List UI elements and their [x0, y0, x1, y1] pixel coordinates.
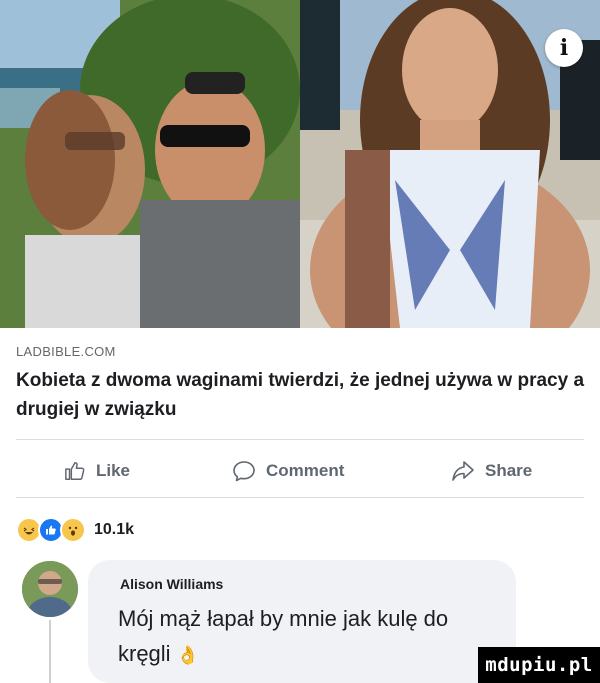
comment-icon [233, 461, 255, 482]
thumbs-up-icon [65, 462, 85, 480]
share-arrow-icon [452, 461, 474, 481]
thread-line [49, 620, 51, 683]
info-button[interactable]: i [545, 29, 583, 67]
divider [16, 439, 584, 440]
wow-reaction-icon [60, 517, 86, 543]
divider [16, 497, 584, 498]
like-button[interactable]: Like [64, 456, 130, 486]
avatar-photo [22, 561, 78, 617]
comment-text: Mój mąż łapał by mnie jak kulę do kręgli… [118, 601, 498, 673]
link-headline[interactable]: Kobieta z dwoma waginami twierdzi, że je… [16, 366, 586, 424]
like-label: Like [96, 461, 131, 480]
link-source[interactable]: LADBIBLE.COM [16, 344, 116, 359]
reaction-count: 10.1k [94, 521, 135, 538]
post-image[interactable]: i [0, 0, 600, 328]
reactions-summary[interactable]: 10.1k [16, 516, 134, 544]
couple-photo [0, 0, 300, 328]
comment-label: Comment [266, 461, 345, 480]
ok-hand-emoji: 👌 [176, 645, 200, 665]
avatar[interactable] [22, 561, 78, 617]
watermark: mdupiu.pl [478, 647, 600, 683]
comment-author[interactable]: Alison Williams [120, 576, 223, 592]
share-label: Share [485, 461, 533, 480]
share-button[interactable]: Share [451, 456, 532, 486]
comment-button[interactable]: Comment [232, 456, 344, 486]
comment-body: Mój mąż łapał by mnie jak kulę do kręgli [118, 606, 449, 666]
